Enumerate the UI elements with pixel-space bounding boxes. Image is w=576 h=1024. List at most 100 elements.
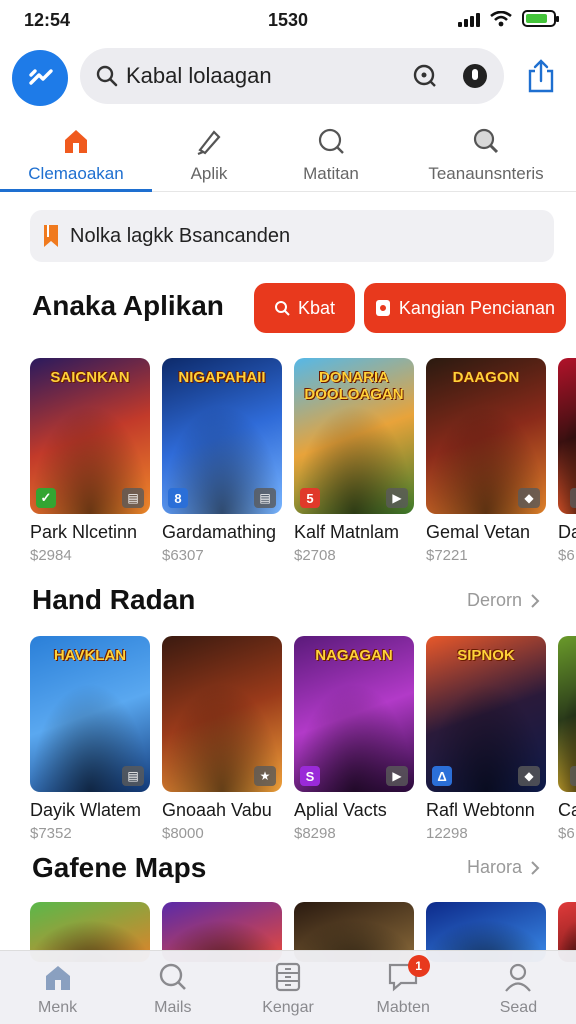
nav-label: Menk bbox=[38, 999, 78, 1016]
game-logo-text: NAGAGAN bbox=[315, 647, 393, 664]
voice-button[interactable] bbox=[460, 61, 490, 91]
app-name: Aplial Vacts bbox=[294, 800, 387, 820]
kbat-label: Kbat bbox=[297, 297, 336, 318]
search-icon bbox=[317, 126, 345, 156]
kangian-pencianan-label: Kangian Pencianan bbox=[398, 297, 556, 318]
app-price: $2708 bbox=[294, 547, 336, 564]
see-more-link[interactable]: Derorn bbox=[467, 590, 540, 611]
app-card[interactable]: DAAGON ◆ Gemal Vetan $7221 bbox=[426, 358, 546, 564]
app-thumbnail: HAVKLAN ▤ bbox=[30, 636, 150, 792]
app-card[interactable]: ▤ Ca $6 bbox=[558, 636, 576, 842]
platform-icon: ▶ bbox=[386, 766, 408, 786]
app-badge-icon: 8 bbox=[168, 488, 188, 508]
share-icon bbox=[528, 59, 554, 93]
scan-icon bbox=[413, 64, 436, 87]
tab-aplik[interactable]: Aplik bbox=[152, 118, 266, 191]
app-card[interactable]: NIGAPAHAII 8 ▤ Gardamathing $6307 bbox=[162, 358, 282, 564]
app-price: $6 bbox=[558, 547, 575, 564]
shield-icon bbox=[375, 300, 390, 316]
app-thumbnail: ★ bbox=[162, 636, 282, 792]
app-price: $8000 bbox=[162, 825, 204, 842]
chevron-right-icon bbox=[531, 860, 540, 875]
platform-icon: ◆ bbox=[518, 766, 540, 786]
app-thumbnail: L bbox=[558, 358, 576, 514]
share-button[interactable] bbox=[524, 58, 558, 94]
app-name: Gnoaah Vabu bbox=[162, 800, 272, 820]
app-thumbnail: SAICNKAN ✓ ▤ bbox=[30, 358, 150, 514]
app-price: $6 bbox=[558, 825, 575, 842]
app-name: Ca bbox=[558, 800, 576, 820]
tab-label: Aplik bbox=[190, 164, 228, 183]
app-carousel: SAICNKAN ✓ ▤ Park Nlcetinn $2984 NIGAPAHAII 8 ▤… bbox=[30, 358, 576, 564]
app-thumbnail: NAGAGAN S ▶ bbox=[294, 636, 414, 792]
app-card[interactable]: NAGAGAN S ▶ Aplial Vacts $8298 bbox=[294, 636, 414, 842]
nav-item-menk[interactable]: Menk bbox=[0, 951, 115, 1024]
search-icon bbox=[472, 126, 500, 156]
section-title: Anaka Aplikan bbox=[32, 290, 224, 321]
person-icon bbox=[503, 961, 533, 993]
signal-icon bbox=[458, 11, 480, 27]
platform-icon: ▤ bbox=[570, 766, 576, 786]
app-price: $6307 bbox=[162, 547, 204, 564]
app-name: Kalf Matnlam bbox=[294, 522, 400, 542]
app-card[interactable]: HAVKLAN ▤ Dayik Wlatem $7352 bbox=[30, 636, 150, 842]
pen-icon bbox=[194, 126, 224, 156]
tab-label: Matitan bbox=[303, 164, 359, 183]
tab-teanaunsnteris[interactable]: Teanaunsnteris bbox=[396, 118, 576, 191]
see-more-label: Derorn bbox=[466, 590, 522, 610]
app-name: Da bbox=[558, 522, 576, 542]
nav-item-mails[interactable]: Mails bbox=[115, 951, 230, 1024]
kbat-button[interactable]: Kbat bbox=[254, 283, 355, 333]
search-icon bbox=[158, 961, 188, 993]
status-icons bbox=[458, 10, 559, 27]
tab-matitan[interactable]: Matitan bbox=[266, 118, 396, 191]
home-icon bbox=[62, 126, 90, 156]
section-title: Gafene Maps bbox=[32, 852, 207, 883]
app-name: Gardamathing bbox=[162, 522, 277, 542]
promo-banner[interactable]: Nolka lagkk Bsancanden bbox=[30, 210, 554, 262]
search-input[interactable]: Kabal lolaagan bbox=[126, 63, 390, 89]
app-price: $8298 bbox=[294, 825, 336, 842]
game-logo-text: SIPNOK bbox=[457, 647, 515, 664]
app-price: $7352 bbox=[30, 825, 72, 842]
game-logo-text: DONARIA DOOLOAGAN bbox=[304, 369, 404, 403]
app-logo-icon bbox=[29, 69, 53, 85]
bookmark-icon bbox=[44, 225, 58, 247]
app-thumbnail: ▤ bbox=[558, 636, 576, 792]
nav-item-kengar[interactable]: Kengar bbox=[230, 951, 345, 1024]
notification-badge: 1 bbox=[407, 955, 430, 977]
nav-label: Kengar bbox=[262, 999, 314, 1016]
tab-clemaoakan[interactable]: Clemaoakan bbox=[0, 118, 152, 192]
app-logo-button[interactable] bbox=[12, 50, 68, 106]
app-badge-icon: 5 bbox=[300, 488, 320, 508]
app-card[interactable]: L Da $6 bbox=[558, 358, 576, 564]
app-card[interactable]: SAICNKAN ✓ ▤ Park Nlcetinn $2984 bbox=[30, 358, 150, 564]
home-icon bbox=[43, 961, 73, 993]
app-card[interactable]: ★ Gnoaah Vabu $8000 bbox=[162, 636, 282, 842]
nav-label: Sead bbox=[499, 999, 538, 1016]
wifi-icon bbox=[490, 10, 512, 26]
app-thumbnail: DAAGON ◆ bbox=[426, 358, 546, 514]
platform-icon: ◆ bbox=[518, 488, 540, 508]
see-more-link[interactable]: Harora bbox=[467, 857, 540, 878]
game-logo-text: SAICNKAN bbox=[50, 369, 130, 386]
app-card[interactable]: SIPNOK Δ ◆ Rafl Webtonn 12298 bbox=[426, 636, 546, 842]
nav-label: Mabten bbox=[376, 999, 430, 1016]
app-name: Park Nlcetinn bbox=[30, 522, 138, 542]
kangian-pencianan-button[interactable]: Kangian Pencianan bbox=[364, 283, 566, 333]
platform-icon: ▤ bbox=[254, 488, 276, 508]
nav-item-sead[interactable]: Sead bbox=[461, 951, 576, 1024]
see-more-label: Harora bbox=[466, 857, 522, 877]
scan-button[interactable] bbox=[410, 61, 440, 91]
banner-text: Nolka lagkk Bsancanden bbox=[70, 224, 291, 247]
app-price: $2984 bbox=[30, 547, 72, 564]
search-icon bbox=[94, 63, 120, 89]
app-card[interactable]: DONARIA DOOLOAGAN 5 ▶ Kalf Matnlam $2708 bbox=[294, 358, 414, 564]
battery-icon bbox=[522, 10, 559, 27]
platform-icon: ▤ bbox=[122, 766, 144, 786]
microphone-icon bbox=[463, 64, 487, 88]
search-bar[interactable]: Kabal lolaagan bbox=[80, 48, 504, 104]
app-thumbnail: NIGAPAHAII 8 ▤ bbox=[162, 358, 282, 514]
nav-item-mabten[interactable]: 1 Mabten bbox=[346, 951, 461, 1024]
app-thumbnail: SIPNOK Δ ◆ bbox=[426, 636, 546, 792]
